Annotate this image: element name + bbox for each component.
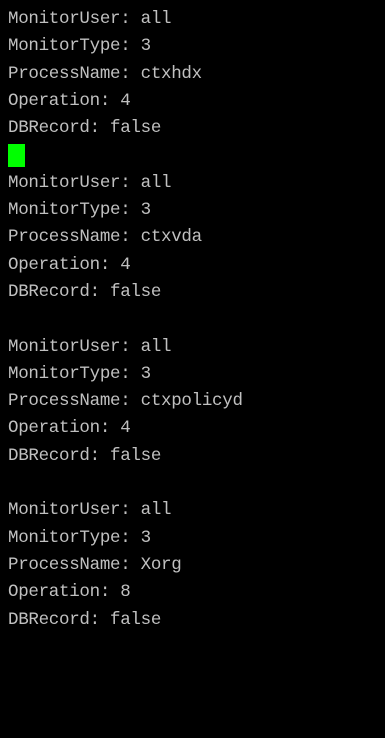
monitor-entry-ctxhdx: MonitorUser: all MonitorType: 3 ProcessN…: [8, 6, 385, 142]
operation-line: Operation: 4: [8, 90, 131, 111]
process-name-line: ProcessName: ctxhdx: [8, 63, 202, 84]
process-name-line: ProcessName: ctxpolicyd: [8, 391, 243, 412]
monitor-type-line: MonitorType: 3: [8, 527, 151, 548]
operation-line: Operation: 8: [8, 582, 131, 603]
terminal-cursor: [8, 144, 25, 168]
db-record-line: DBRecord: false: [8, 281, 162, 302]
monitor-user-line: MonitorUser: all: [8, 336, 172, 357]
monitor-type-line: MonitorType: 3: [8, 36, 151, 57]
operation-line: Operation: 4: [8, 418, 131, 439]
process-name-line: ProcessName: ctxvda: [8, 227, 202, 248]
monitor-type-line: MonitorType: 3: [8, 200, 151, 221]
monitor-user-line: MonitorUser: all: [8, 9, 172, 29]
monitor-user-line: MonitorUser: all: [8, 500, 172, 521]
monitor-type-line: MonitorType: 3: [8, 363, 151, 384]
db-record-line: DBRecord: false: [8, 609, 162, 630]
cursor-line: [8, 142, 385, 169]
monitor-entry-ctxvda: MonitorUser: all MonitorType: 3 ProcessN…: [8, 170, 385, 306]
db-record-line: DBRecord: false: [8, 445, 162, 466]
process-name-line: ProcessName: Xorg: [8, 554, 182, 575]
terminal-output[interactable]: MonitorUser: all MonitorType: 3 ProcessN…: [0, 0, 385, 738]
monitor-entry-ctxpolicyd: MonitorUser: all MonitorType: 3 ProcessN…: [8, 334, 385, 470]
operation-line: Operation: 4: [8, 254, 131, 275]
monitor-entry-xorg: MonitorUser: all MonitorType: 3 ProcessN…: [8, 497, 385, 633]
db-record-line: DBRecord: false: [8, 118, 162, 139]
monitor-user-line: MonitorUser: all: [8, 172, 172, 193]
